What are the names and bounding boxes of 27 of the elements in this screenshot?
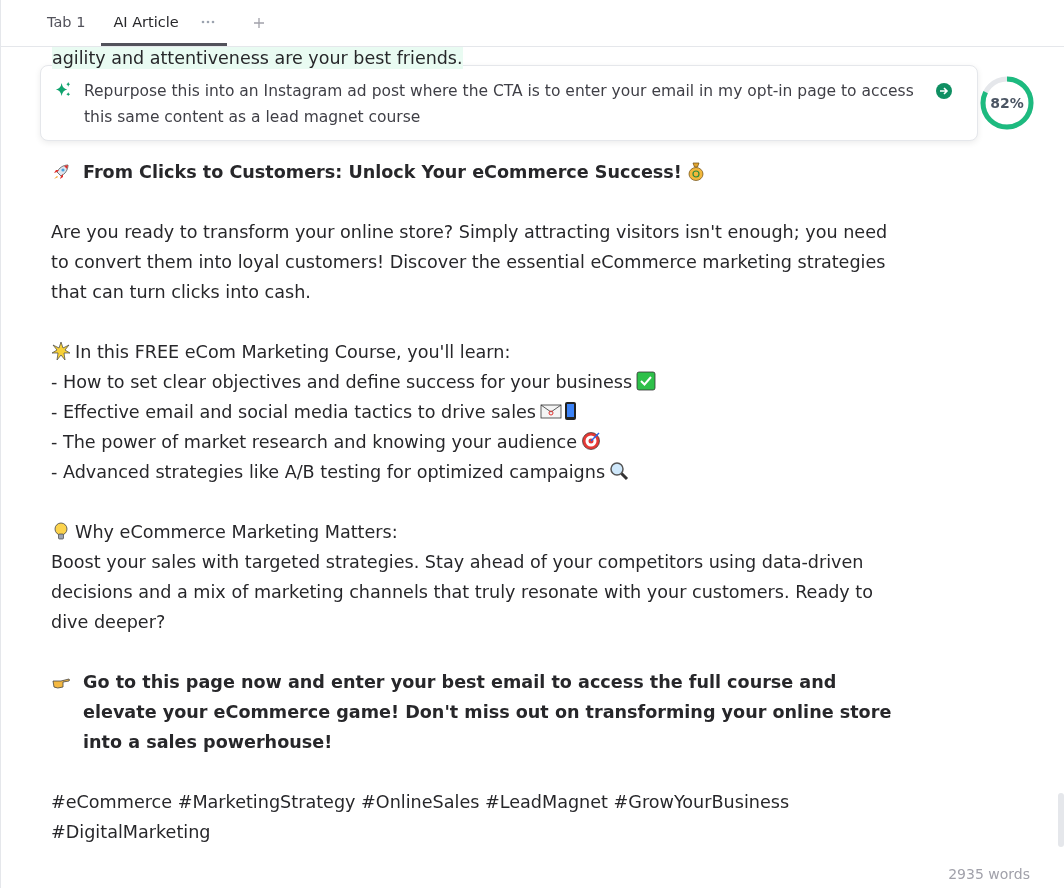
magnifier-icon (609, 461, 630, 481)
starburst-icon (51, 341, 71, 361)
list-heading: Why eCommerce Marketing Matters: (75, 522, 398, 542)
lightbulb-icon (51, 521, 71, 541)
money-bag-icon (685, 161, 706, 181)
tab[interactable]: Tab 1 (35, 0, 98, 46)
check-mark-icon (636, 371, 657, 391)
paragraph-text: Are you ready to transform your online store? Simply attracting visitors isn't enough; you need to convert them into loyal customers! Discover the essential eCommerce marketing strategies that can turn clicks into cash. (51, 222, 888, 302)
more-icon[interactable] (200, 19, 215, 24)
rocket-icon (51, 162, 71, 182)
heading-text: From Clicks to Customers: Unlock Your eCommerce Success! (83, 162, 682, 182)
prompt-text: Repurpose this into an Instagram ad post where the CTA is to enter your email in my opt-in page to access this same content as a lead magnet course (84, 81, 915, 128)
target-icon (581, 431, 602, 451)
word-count: 2935 words (948, 866, 1030, 882)
scrollbar[interactable] (1058, 793, 1064, 847)
list-item: - The power of market research and knowing your audience (51, 432, 578, 452)
paragraph-text: #eCommerce #MarketingStrategy #OnlineSales #LeadMagnet #GrowYourBusiness #DigitalMarketing (51, 792, 790, 842)
highlighted-text: agility and attentiveness are your best friends. (52, 47, 463, 69)
sparkle-icon (55, 81, 72, 98)
progress-label: 82% (990, 95, 1024, 111)
list-item: - Advanced strategies like A/B testing for optimized campaigns (51, 462, 606, 482)
add-tab-icon[interactable] (252, 17, 265, 29)
list-heading: In this FREE eCom Marketing Course, you'll learn: (75, 342, 511, 362)
heading-text: Go to this page now and enter your best email to access the full course and elevate your eCommerce game! Don't miss out on transforming your online store into a sales powerhouse! (83, 672, 892, 752)
list-item: - How to set clear objectives and define success for your business (51, 372, 633, 392)
list-item: - Effective email and social media tactics to drive sales (51, 402, 536, 422)
list-item: Boost your sales with targeted strategies. Stay ahead of your competitors using data-driven decisions and a mix of marketing channels that truly resonate with your customers. Ready to dive deeper? (51, 552, 874, 632)
